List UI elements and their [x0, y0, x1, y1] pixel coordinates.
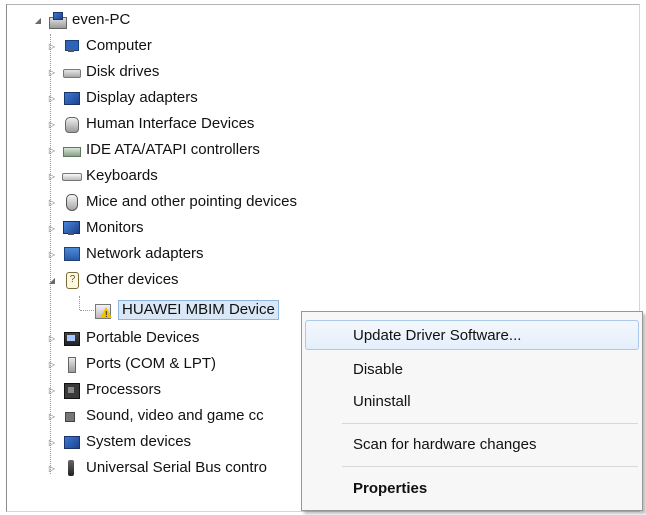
expand-arrow-icon[interactable]: ▷	[46, 164, 58, 188]
tree-connector-line	[79, 296, 80, 310]
tree-item-other-devices[interactable]: ◢ ? Other devices	[46, 268, 179, 292]
keyboard-icon	[62, 167, 82, 185]
expand-arrow-icon[interactable]: ▷	[46, 456, 58, 480]
collapse-arrow-icon[interactable]: ◢	[46, 268, 58, 292]
tree-item-human-interface-devices[interactable]: ▷ Human Interface Devices	[46, 112, 254, 136]
menu-item-label: Disable	[353, 360, 404, 378]
tree-item-label: Universal Serial Bus contro	[86, 459, 267, 476]
tree-item-system-devices[interactable]: ▷ System devices	[46, 430, 191, 454]
expand-arrow-icon[interactable]: ▷	[46, 86, 58, 110]
tree-item-label: Network adapters	[86, 245, 204, 262]
expand-arrow-icon[interactable]: ▷	[46, 190, 58, 214]
system-device-icon	[62, 433, 80, 451]
expand-arrow-icon[interactable]: ▷	[46, 112, 58, 136]
menu-item-label: Scan for hardware changes	[353, 435, 537, 453]
tree-item-network-adapters[interactable]: ▷ Network adapters	[46, 242, 204, 266]
menu-item-label: Update Driver Software...	[353, 326, 522, 344]
expand-arrow-icon[interactable]: ▷	[46, 60, 58, 84]
expand-arrow-icon[interactable]: ▷	[46, 378, 58, 402]
tree-item-monitors[interactable]: ▷ Monitors	[46, 216, 144, 240]
tree-item-computer[interactable]: ▷ Computer	[46, 34, 152, 58]
tree-connector-line	[80, 310, 94, 311]
expand-arrow-icon[interactable]: ▷	[46, 242, 58, 266]
display-adapter-icon	[62, 89, 80, 107]
tree-item-label: IDE ATA/ATAPI controllers	[86, 141, 260, 158]
menu-item-properties[interactable]: Properties	[305, 473, 639, 503]
tree-item-portable-devices[interactable]: ▷ Portable Devices	[46, 326, 199, 350]
tree-item-label: Monitors	[86, 219, 144, 236]
tree-root-even-pc[interactable]: ◢ even-PC	[32, 8, 130, 32]
tree-item-ide-controllers[interactable]: ▷ IDE ATA/ATAPI controllers	[46, 138, 260, 162]
other-devices-icon: ?	[62, 271, 80, 289]
expand-arrow-icon[interactable]: ▷	[46, 404, 58, 428]
usb-icon	[62, 459, 80, 477]
tree-item-usb-controllers[interactable]: ▷ Universal Serial Bus contro	[46, 456, 267, 480]
tree-item-processors[interactable]: ▷ Processors	[46, 378, 161, 402]
tree-item-disk-drives[interactable]: ▷ Disk drives	[46, 60, 159, 84]
tree-item-label: System devices	[86, 433, 192, 450]
expand-arrow-icon[interactable]: ▷	[46, 352, 58, 376]
tree-item-huawei-mbim-device[interactable]: ! HUAWEI MBIM Device	[94, 298, 279, 322]
menu-item-label: Uninstall	[353, 392, 411, 410]
tree-item-label: Other devices	[86, 271, 179, 288]
expand-arrow-icon[interactable]: ▷	[46, 430, 58, 454]
monitor-icon	[62, 219, 80, 237]
tree-item-mice[interactable]: ▷ Mice and other pointing devices	[46, 190, 297, 214]
tree-item-ports[interactable]: ▷ Ports (COM & LPT)	[46, 352, 216, 376]
ide-controller-icon	[62, 141, 81, 159]
expand-arrow-icon[interactable]: ▷	[46, 216, 58, 240]
port-icon	[62, 355, 80, 373]
tree-item-label: Portable Devices	[86, 329, 200, 346]
tree-item-sound-video-game[interactable]: ▷ Sound, video and game cc	[46, 404, 264, 428]
menu-item-update-driver-software[interactable]: Update Driver Software...	[305, 320, 639, 350]
warning-device-icon: !	[94, 301, 112, 319]
mouse-icon	[62, 193, 80, 211]
menu-item-uninstall[interactable]: Uninstall	[305, 386, 639, 416]
computer-network-icon	[48, 11, 67, 29]
computer-icon	[62, 37, 80, 55]
tree-item-keyboards[interactable]: ▷ Keyboards	[46, 164, 158, 188]
hid-icon	[62, 115, 80, 133]
tree-item-label: Mice and other pointing devices	[86, 193, 297, 210]
menu-separator	[342, 423, 638, 424]
disk-drive-icon	[62, 63, 81, 81]
menu-item-scan-hardware-changes[interactable]: Scan for hardware changes	[305, 429, 639, 459]
network-adapter-icon	[62, 245, 80, 263]
tree-item-display-adapters[interactable]: ▷ Display adapters	[46, 86, 198, 110]
tree-root-label: even-PC	[72, 11, 131, 28]
menu-separator	[342, 466, 638, 467]
tree-item-label: HUAWEI MBIM Device	[118, 300, 279, 320]
tree-item-label: Human Interface Devices	[86, 115, 255, 132]
sound-icon	[62, 407, 80, 425]
tree-item-label: Processors	[86, 381, 162, 398]
tree-item-label: Ports (COM & LPT)	[86, 355, 217, 372]
tree-item-label: Computer	[86, 37, 152, 54]
processor-icon	[62, 381, 80, 399]
portable-device-icon	[62, 329, 80, 347]
expand-arrow-icon[interactable]: ▷	[46, 138, 58, 162]
collapse-arrow-icon[interactable]: ◢	[32, 8, 44, 32]
tree-item-label: Display adapters	[86, 89, 198, 106]
expand-arrow-icon[interactable]: ▷	[46, 34, 58, 58]
tree-item-label: Disk drives	[86, 63, 160, 80]
menu-item-disable[interactable]: Disable	[305, 354, 639, 384]
context-menu: Update Driver Software... Disable Uninst…	[301, 311, 643, 511]
menu-item-label: Properties	[353, 479, 428, 497]
expand-arrow-icon[interactable]: ▷	[46, 326, 58, 350]
tree-item-label: Keyboards	[86, 167, 158, 184]
tree-item-label: Sound, video and game cc	[86, 407, 264, 424]
